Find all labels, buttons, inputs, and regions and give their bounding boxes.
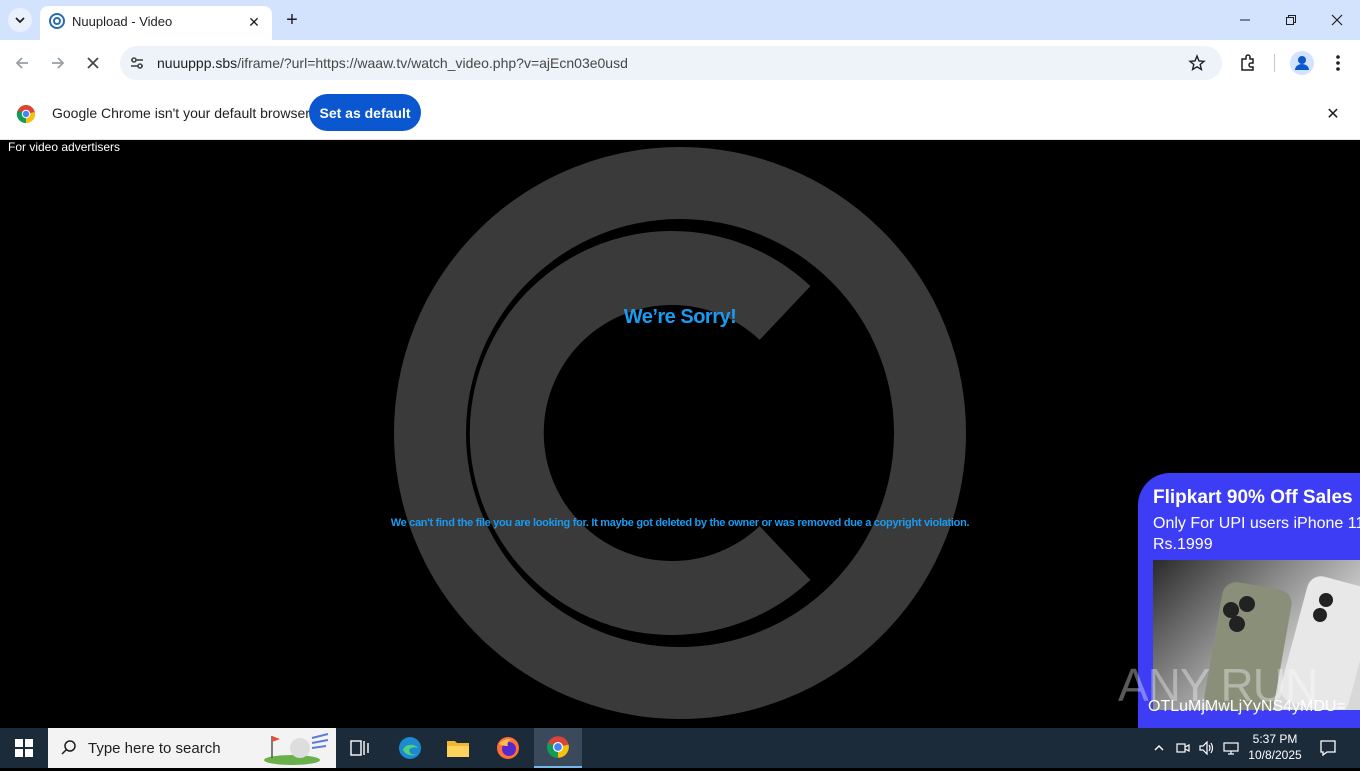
edge-browser-icon[interactable] [386, 728, 434, 768]
search-icon [60, 739, 78, 757]
page-content: For video advertisers We’re Sorry! We ca… [0, 140, 1360, 728]
set-as-default-button[interactable]: Set as default [309, 94, 421, 131]
ad-subtitle: Only For UPI users iPhone 11 Rs.1999 [1153, 515, 1360, 553]
profile-avatar-icon[interactable] [1290, 51, 1314, 75]
infobar-message: Google Chrome isn't your default browser [52, 105, 310, 121]
search-placeholder: Type here to search [88, 740, 221, 757]
minimize-icon[interactable] [1222, 0, 1268, 40]
ad-code-text: OTLuMjMwLjYyNS4yMDU= [1148, 698, 1346, 715]
windows-start-icon[interactable] [0, 728, 48, 768]
infobar-close-icon[interactable]: ✕ [1322, 103, 1344, 125]
url-host: nuuuppp.sbs [157, 55, 238, 71]
address-bar[interactable]: nuuuppp.sbs/iframe/?url=https://waaw.tv/… [120, 46, 1222, 80]
back-icon[interactable] [9, 50, 35, 76]
clock-time: 5:37 PM [1252, 732, 1298, 746]
ad-title: Flipkart 90% Off Sales [1153, 487, 1353, 508]
url-text[interactable]: nuuuppp.sbs/iframe/?url=https://waaw.tv/… [157, 55, 628, 71]
chrome-taskbar-icon[interactable] [534, 728, 582, 768]
taskbar-clock[interactable]: 5:37 PM 10/8/2025 [1244, 731, 1306, 763]
tab-close-icon[interactable]: ✕ [244, 12, 264, 32]
bookmark-star-icon[interactable] [1188, 54, 1206, 72]
restore-icon[interactable] [1268, 0, 1314, 40]
url-path: /iframe/?url=https://waaw.tv/watch_video… [237, 55, 628, 71]
close-window-icon[interactable] [1314, 0, 1360, 40]
error-message: We can't find the file you are looking f… [390, 517, 970, 529]
file-explorer-icon[interactable] [434, 728, 482, 768]
action-center-icon[interactable] [1318, 739, 1338, 757]
stop-loading-icon[interactable] [80, 50, 106, 76]
extensions-icon[interactable] [1238, 53, 1258, 73]
chrome-logo-icon [16, 104, 36, 124]
new-tab-icon[interactable]: + [282, 8, 302, 32]
tab-nuupload[interactable]: Nuupload - Video ✕ [40, 6, 272, 40]
taskbar-search-box[interactable]: Type here to search [48, 728, 336, 768]
volume-icon[interactable] [1198, 740, 1216, 756]
firefox-icon[interactable] [484, 728, 532, 768]
copyright-symbol-icon [394, 147, 966, 719]
site-info-icon[interactable] [128, 54, 146, 72]
forward-icon[interactable] [45, 50, 71, 76]
tab-search-dropdown-icon[interactable] [8, 8, 32, 32]
nuupload-favicon-icon [49, 13, 65, 29]
tab-strip: Nuupload - Video ✕ + [0, 0, 1360, 40]
toolbar-divider [1274, 54, 1275, 72]
ad-label[interactable]: For video advertisers [8, 140, 120, 154]
network-icon[interactable] [1222, 740, 1240, 756]
meet-now-icon[interactable] [1174, 740, 1192, 756]
golf-search-highlight-icon [262, 730, 332, 766]
default-browser-infobar: Google Chrome isn't your default browser… [0, 86, 1360, 140]
chrome-menu-icon[interactable] [1328, 53, 1348, 73]
clock-date: 10/8/2025 [1248, 748, 1302, 762]
error-heading: We’re Sorry! [623, 306, 737, 328]
task-view-icon[interactable] [336, 728, 384, 768]
windows-taskbar: Type here to search 5:37 PM 10/8/2025 [0, 728, 1360, 768]
show-hidden-icons-chevron-icon[interactable] [1150, 740, 1168, 756]
tab-title: Nuupload - Video [72, 14, 173, 29]
